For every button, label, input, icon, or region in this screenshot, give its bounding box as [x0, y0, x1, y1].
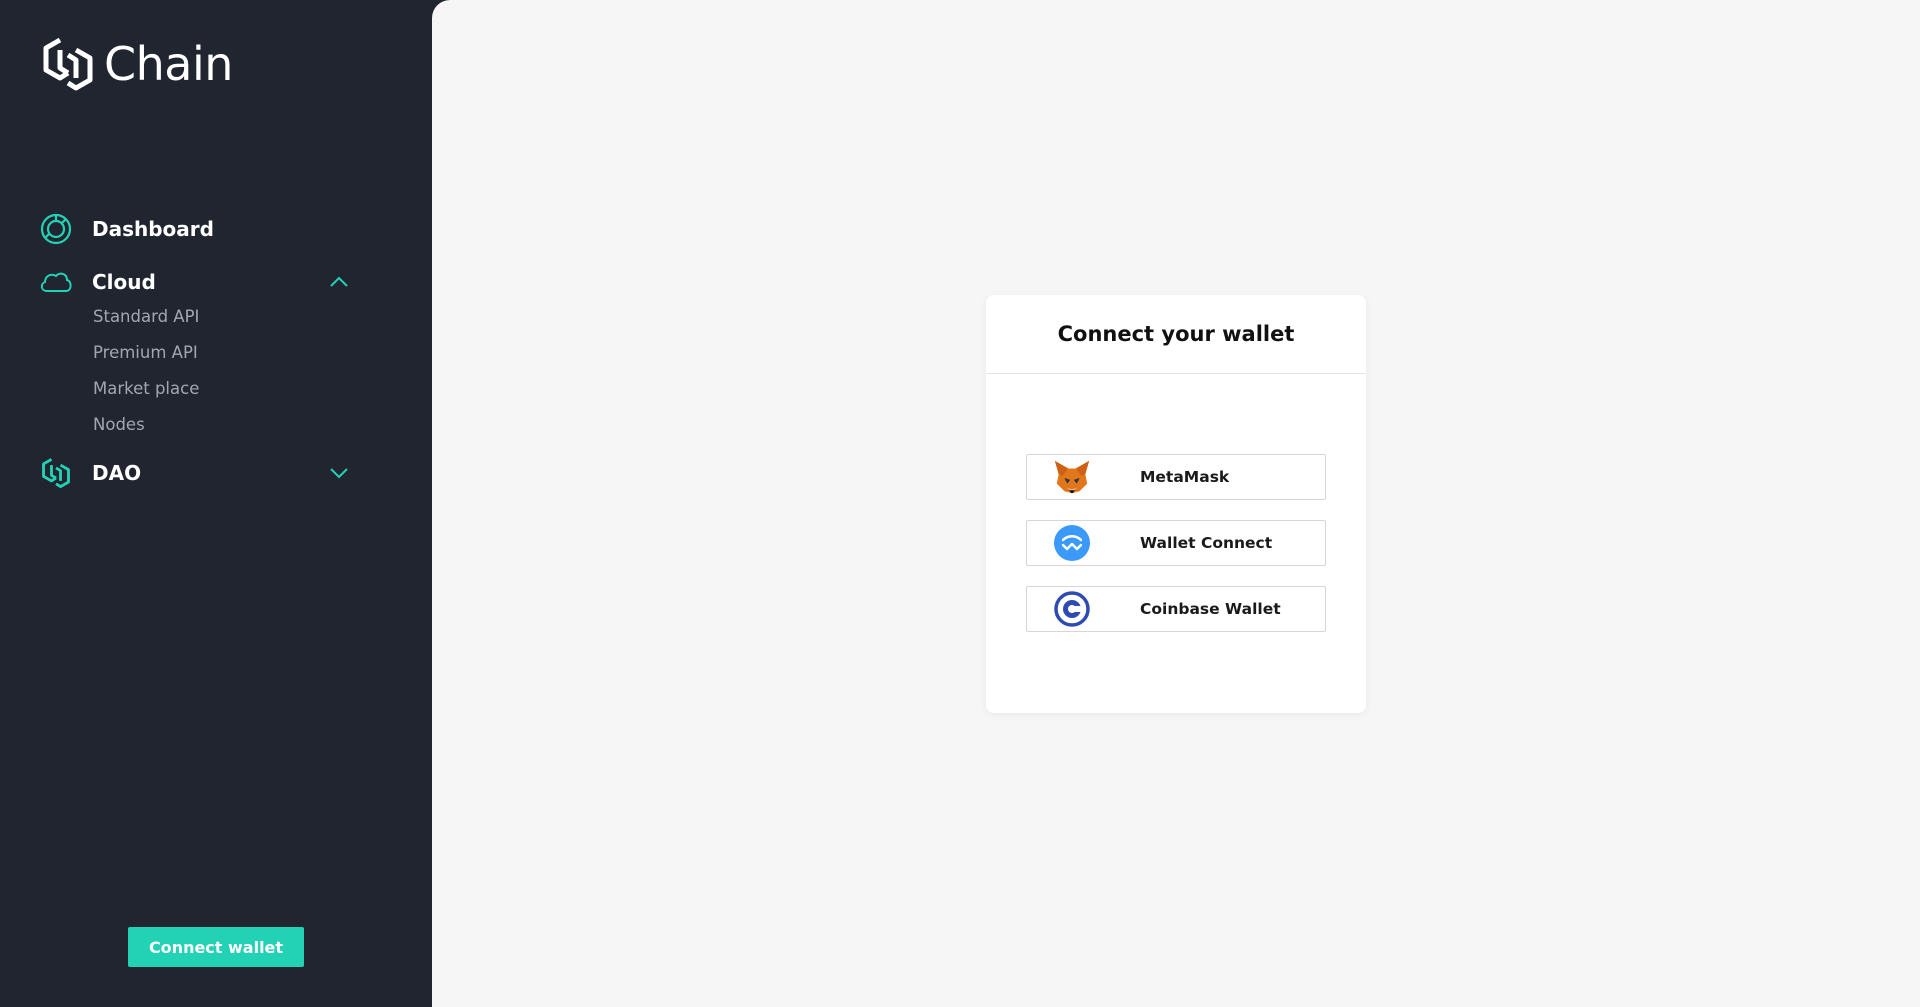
wallet-option-metamask[interactable]: MetaMask [1026, 454, 1326, 500]
main-content: Connect your wallet MetaMask Wallet Conn… [432, 0, 1920, 1007]
sidebar-item-dashboard[interactable]: Dashboard [38, 211, 350, 247]
dashboard-icon [38, 211, 74, 247]
modal-header: Connect your wallet [986, 295, 1366, 374]
brand-name: Chain [104, 37, 233, 91]
sidebar-subitem-standard-api[interactable]: Standard API [93, 307, 199, 326]
chevron-up-icon[interactable] [328, 271, 350, 293]
coinbase-icon [1053, 590, 1091, 628]
sidebar-item-dao[interactable]: DAO [38, 455, 350, 491]
chain-logo-icon [43, 37, 93, 91]
sidebar-item-label: Dashboard [92, 217, 214, 241]
chevron-down-icon[interactable] [328, 462, 350, 484]
wallet-option-coinbase[interactable]: Coinbase Wallet [1026, 586, 1326, 632]
wallet-option-label: MetaMask [1140, 468, 1230, 486]
wallet-option-label: Wallet Connect [1140, 534, 1273, 552]
connect-wallet-button[interactable]: Connect wallet [128, 927, 304, 967]
sidebar-item-label: DAO [92, 461, 142, 485]
wallet-option-label: Coinbase Wallet [1140, 600, 1281, 618]
modal-title: Connect your wallet [1057, 322, 1295, 346]
metamask-fox-icon [1053, 458, 1091, 496]
brand-logo[interactable]: Chain [38, 34, 233, 94]
sidebar-subitem-premium-api[interactable]: Premium API [93, 343, 198, 362]
sidebar-subitem-nodes[interactable]: Nodes [93, 415, 145, 434]
wallet-option-walletconnect[interactable]: Wallet Connect [1026, 520, 1326, 566]
sidebar: Chain Dashboard Cloud Standard API Premi… [0, 0, 432, 1007]
walletconnect-icon [1053, 524, 1091, 562]
sidebar-item-cloud[interactable]: Cloud [38, 264, 350, 300]
sidebar-subitem-market-place[interactable]: Market place [93, 379, 199, 398]
sidebar-item-label: Cloud [92, 270, 156, 294]
dao-icon [38, 455, 74, 491]
cloud-icon [38, 264, 74, 300]
connect-wallet-modal: Connect your wallet MetaMask Wallet Conn… [986, 295, 1366, 713]
